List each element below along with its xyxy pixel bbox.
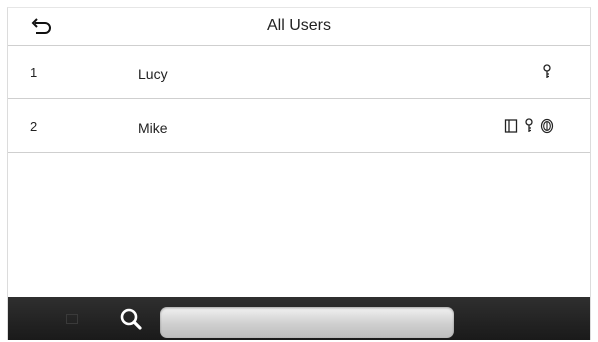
credential-icons	[504, 117, 554, 135]
user-number: 1	[30, 65, 38, 80]
fingerprint-icon	[540, 118, 554, 134]
search-button[interactable]	[118, 306, 144, 332]
card-icon	[504, 119, 518, 133]
user-name: Mike	[138, 120, 168, 136]
search-icon	[120, 308, 142, 330]
user-row-mike[interactable]: 2 Mike	[8, 99, 590, 153]
all-users-screen: All Users 1 Lucy 2 Mike	[7, 7, 591, 340]
footer-indicator	[66, 314, 78, 324]
credential-icons	[540, 63, 554, 81]
user-number: 2	[30, 119, 38, 134]
header-bar: All Users	[8, 8, 590, 46]
footer-bar	[8, 297, 590, 340]
search-input[interactable]	[160, 307, 454, 338]
page-title: All Users	[266, 17, 331, 34]
user-row-lucy[interactable]: 1 Lucy	[8, 45, 590, 99]
password-key-icon	[543, 64, 551, 78]
user-name: Lucy	[138, 66, 168, 82]
password-key-icon	[525, 118, 533, 132]
